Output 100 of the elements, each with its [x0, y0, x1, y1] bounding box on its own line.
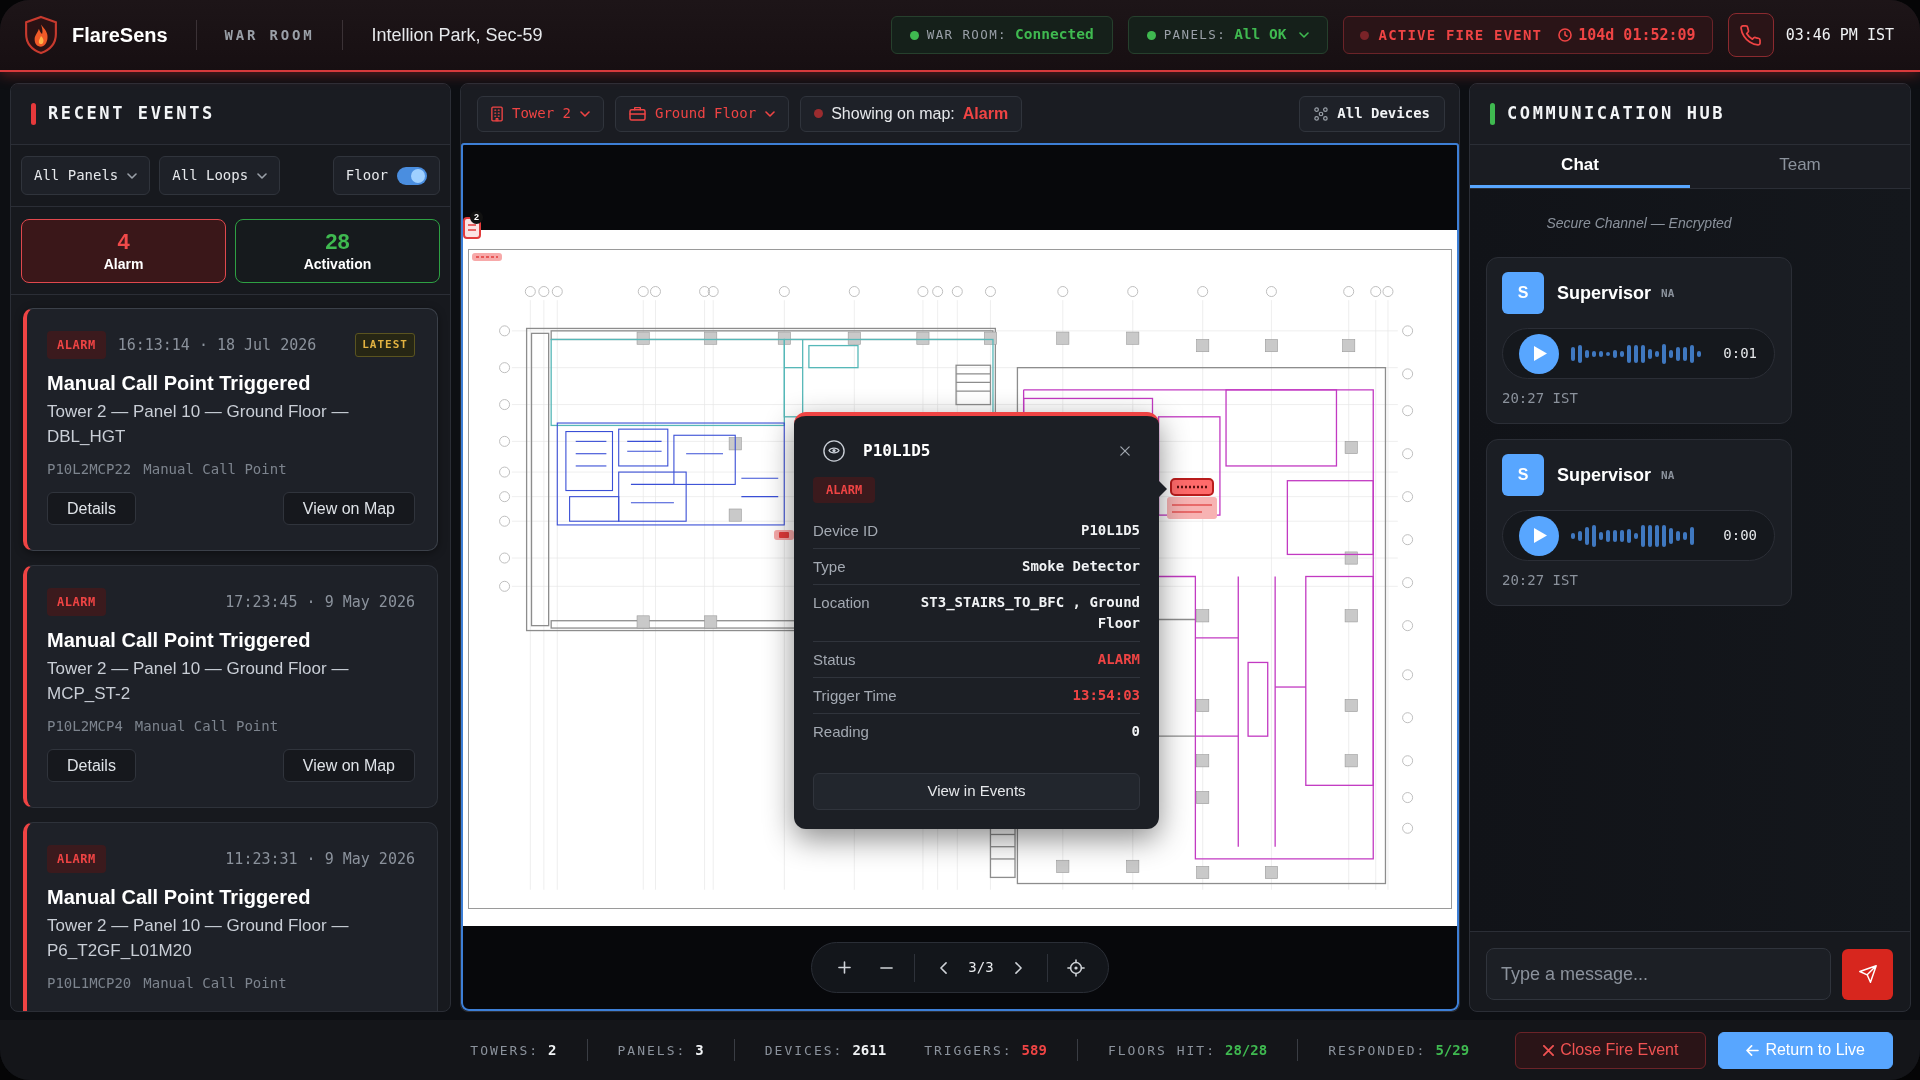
- caret-icon: [127, 172, 138, 179]
- status-label: PANELS:: [1163, 25, 1227, 44]
- avatar: S: [1502, 272, 1544, 314]
- count-filter-button[interactable]: 4 Alarm: [21, 218, 226, 283]
- legend-label: Showing on map:: [831, 103, 955, 124]
- chevron-right-icon: [1015, 961, 1023, 974]
- event-location: Tower 2 — Panel 10 — Ground Floor — MCP_ST-2: [47, 658, 350, 705]
- cluster-count: 2: [470, 211, 483, 224]
- event-time: 11:23:31 · 9 May 2026: [225, 848, 415, 870]
- brand-name: FlareSens: [72, 23, 168, 48]
- arrow-left-icon: [1746, 1044, 1760, 1056]
- legend-value: Alarm: [962, 103, 1009, 124]
- status-value: All OK: [1234, 25, 1287, 45]
- status-badge: ALARM: [47, 588, 106, 616]
- device-id: P10L2MCP22: [47, 460, 132, 479]
- chevron-left-icon: [939, 961, 947, 974]
- close-fire-event-button[interactable]: Close Fire Event: [1515, 1031, 1707, 1069]
- audio-duration: 0:01: [1723, 344, 1757, 363]
- call-button[interactable]: [1727, 13, 1774, 57]
- caret-icon: [257, 172, 268, 179]
- sender-name: Supervisor: [1557, 463, 1652, 487]
- building-dropdown[interactable]: Tower 2: [477, 95, 604, 132]
- status-dot-icon: [814, 109, 824, 118]
- tab[interactable]: Team: [1690, 145, 1910, 188]
- close-icon: [1543, 1044, 1555, 1056]
- play-icon: [1534, 346, 1547, 361]
- status-label: WAR ROOM:: [926, 25, 1008, 44]
- minus-icon: [879, 966, 893, 969]
- status-pill[interactable]: PANELS: All OK: [1127, 16, 1328, 54]
- status-badge: ALARM: [47, 331, 106, 359]
- audio-duration: 0:00: [1723, 526, 1757, 545]
- send-button[interactable]: [1842, 948, 1893, 1000]
- message-time: 20:27 IST: [1502, 389, 1579, 408]
- event-location: Tower 2 — Panel 10 — Ground Floor — P6_T2GF_L01M20: [47, 915, 350, 962]
- building-icon: [491, 105, 503, 122]
- dots-icon: [1314, 106, 1329, 121]
- stat-value: 2611: [852, 1040, 887, 1060]
- event-time: 17:23:45 · 9 May 2026: [225, 591, 415, 613]
- count-filter-button[interactable]: 28 Activation: [235, 218, 440, 283]
- floor-dropdown[interactable]: Ground Floor: [615, 95, 790, 132]
- device-id: P10L1MCP20: [47, 974, 132, 993]
- play-icon: [1534, 528, 1547, 543]
- filter-dropdown[interactable]: All Loops: [159, 156, 281, 195]
- sender-role: NA: [1661, 286, 1675, 303]
- play-button[interactable]: [1519, 333, 1559, 374]
- sender-role: NA: [1661, 468, 1675, 485]
- panel-title: RECENT EVENTS: [48, 102, 215, 126]
- event-location: Tower 2 — Panel 10 — Ground Floor — DBL_HGT: [47, 401, 350, 448]
- event-timer: 104d 01:52:09: [1578, 24, 1696, 46]
- event-title: Manual Call Point Triggered: [47, 885, 312, 910]
- page-indicator: 3/3: [967, 958, 995, 977]
- accent-bar-icon: [31, 103, 36, 125]
- stat-label: DEVICES:: [764, 1041, 844, 1060]
- send-icon: [1858, 965, 1877, 983]
- stat-value: 2: [548, 1040, 557, 1060]
- details-button[interactable]: Details: [47, 492, 136, 525]
- all-devices-button[interactable]: All Devices: [1299, 95, 1445, 132]
- crosshair-icon: [1066, 958, 1085, 977]
- waveform-icon: [1571, 341, 1701, 366]
- event-time: 16:13:14 · 18 Jul 2026: [117, 334, 317, 356]
- filter-dropdown[interactable]: All Panels: [21, 156, 151, 195]
- panel-title: COMMUNICATION HUB: [1507, 102, 1726, 126]
- event-title: Manual Call Point Triggered: [47, 371, 312, 396]
- alert-label: ACTIVE FIRE EVENT: [1378, 25, 1543, 45]
- stat-label: TRIGGERS:: [924, 1041, 1013, 1060]
- device-marker-icon: [463, 215, 483, 241]
- stat-value: 589: [1021, 1040, 1047, 1060]
- stat-value: 28/28: [1224, 1040, 1268, 1060]
- shield-flame-logo-icon: [24, 15, 58, 55]
- details-button[interactable]: Details: [47, 749, 136, 782]
- device-marker-icon: [472, 253, 502, 261]
- phone-icon: [1740, 24, 1762, 46]
- stat-label: RESPONDED:: [1328, 1041, 1427, 1060]
- status-value: Connected: [1015, 25, 1094, 45]
- channel-notice: Secure Channel — Encrypted: [1545, 214, 1733, 233]
- site-name: Intellion Park, Sec-59: [371, 23, 543, 47]
- caret-icon: [765, 110, 776, 117]
- device-type: Manual Call Point: [134, 717, 279, 736]
- stat-label: PANELS:: [617, 1041, 687, 1060]
- view-on-map-button[interactable]: View on Map: [282, 492, 415, 525]
- mode-label: WAR ROOM: [224, 25, 315, 45]
- play-button[interactable]: [1519, 515, 1559, 556]
- sender-name: Supervisor: [1557, 281, 1652, 305]
- device-type: Manual Call Point: [143, 460, 287, 479]
- floor-toggle[interactable]: Floor: [332, 156, 440, 195]
- message-input[interactable]: Type a message...: [1486, 948, 1831, 1000]
- stat-value: 3: [695, 1040, 704, 1060]
- status-dot-icon: [1359, 30, 1369, 40]
- avatar: S: [1502, 454, 1544, 496]
- view-on-map-button[interactable]: View on Map: [282, 749, 415, 782]
- status-dot-icon: [909, 30, 919, 40]
- event-title: Manual Call Point Triggered: [47, 628, 312, 653]
- accent-bar-icon: [1490, 103, 1495, 125]
- briefcase-icon: [629, 106, 646, 121]
- caret-icon: [580, 110, 590, 117]
- toggle-switch[interactable]: [397, 166, 427, 185]
- clock-icon: [1558, 28, 1573, 42]
- latest-badge: LATEST: [355, 332, 415, 358]
- message-time: 20:27 IST: [1502, 571, 1579, 590]
- status-dot-icon: [1146, 30, 1156, 40]
